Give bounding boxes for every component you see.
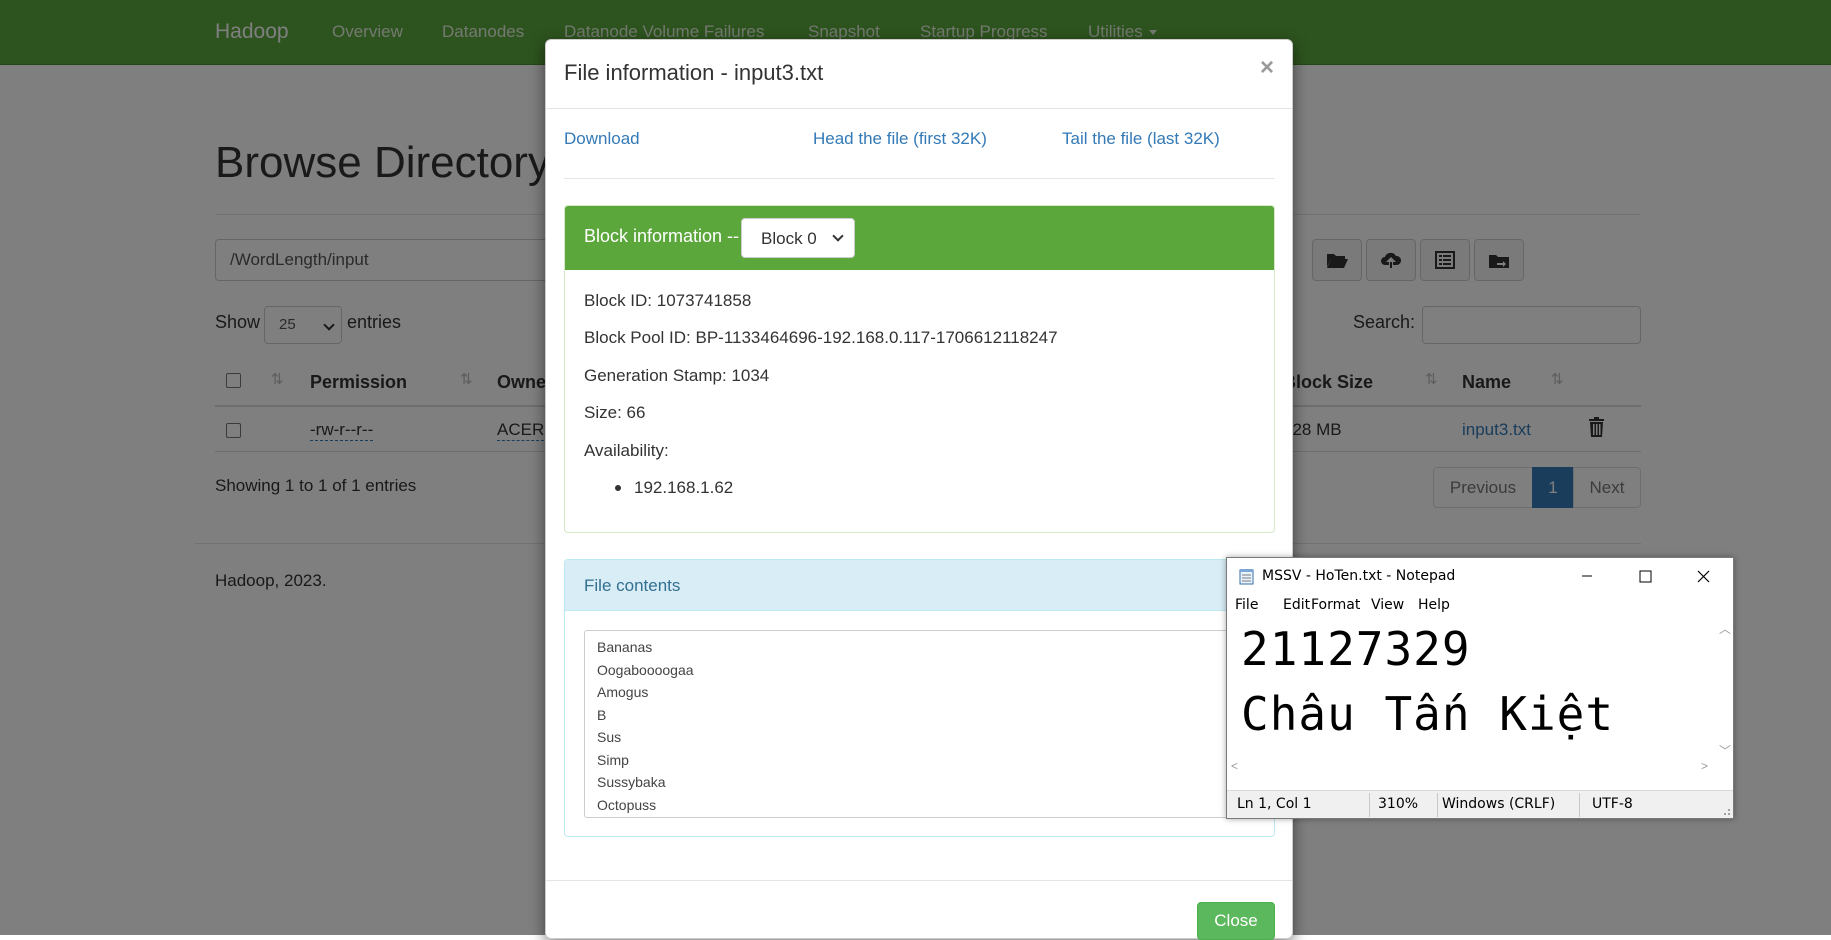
minimize-button[interactable] (1558, 558, 1616, 594)
menu-format-label[interactable]: Format (1311, 597, 1360, 613)
block-id: Block ID: 1073741858 (584, 291, 752, 310)
file-contents-title: File contents (584, 576, 681, 595)
notepad-text-line: 21127329 (1241, 622, 1471, 676)
status-divider (1369, 793, 1370, 817)
block-select-value: Block 0 (761, 229, 817, 248)
tail-file-link[interactable]: Tail the file (last 32K) (1062, 129, 1220, 149)
notepad-menubar: File Edit Format View Help (1227, 594, 1733, 616)
modal-footer-divider (546, 880, 1292, 881)
download-link[interactable]: Download (564, 129, 640, 149)
file-line: Simp (597, 752, 629, 768)
generation-stamp: Generation Stamp: 1034 (584, 366, 770, 385)
close-button[interactable]: Close (1197, 902, 1275, 940)
block-pool-id: Block Pool ID: BP-1133464696-192.168.0.1… (584, 328, 1058, 347)
scroll-up-icon[interactable]: ︿ (1719, 620, 1731, 637)
file-line: Sus (597, 729, 622, 745)
notepad-text-line: Châu Tấn Kiệt (1241, 687, 1615, 741)
horizontal-scrollbar[interactable]: < > (1227, 758, 1715, 776)
file-contents-heading: File contents (565, 560, 1274, 611)
modal-header-divider (546, 108, 1292, 109)
file-information-modal: File information - input3.txt × Download… (545, 39, 1293, 940)
line-ending: Windows (CRLF) (1442, 796, 1556, 812)
block-information-panel: Block information -- Block 0 Block ID: 1… (564, 205, 1275, 533)
status-divider (1579, 793, 1580, 817)
status-divider (1437, 793, 1438, 817)
modal-title: File information - input3.txt (564, 60, 824, 85)
close-icon (1697, 570, 1709, 582)
encoding: UTF-8 (1592, 796, 1633, 812)
availability-label: Availability: (584, 441, 669, 460)
block-select[interactable]: Block 0 (741, 218, 855, 258)
head-file-link[interactable]: Head the file (first 32K) (813, 129, 987, 149)
file-contents-textarea[interactable]: Bananas Oogaboooogaa Amogus B Sus Simp S… (584, 630, 1254, 818)
maximize-button[interactable] (1616, 558, 1674, 594)
bullet-icon (615, 485, 621, 491)
notepad-statusbar: Ln 1, Col 1 310% Windows (CRLF) UTF-8 (1227, 790, 1733, 818)
scroll-right-icon[interactable]: > (1701, 759, 1708, 773)
menu-edit[interactable]: Edit (1283, 597, 1310, 613)
menu-view[interactable]: View (1371, 597, 1404, 613)
block-size: Size: 66 (584, 403, 646, 422)
file-line: Oogaboooogaa (597, 662, 694, 678)
file-line: Octopuss (597, 797, 657, 813)
vertical-scrollbar[interactable]: ︿ ﹀ (1715, 620, 1733, 758)
window-close-button[interactable] (1674, 558, 1732, 594)
menu-help[interactable]: Help (1418, 597, 1450, 613)
chevron-down-icon (832, 230, 844, 242)
notepad-text-area[interactable]: 21127329 Châu Tấn Kiệt (1227, 620, 1715, 758)
file-line: Bananas (597, 639, 653, 655)
resize-grip-icon[interactable] (1721, 806, 1731, 816)
scroll-left-icon[interactable]: < (1231, 759, 1238, 773)
notepad-app-icon (1239, 569, 1254, 585)
maximize-icon (1639, 570, 1651, 582)
menu-file[interactable]: File (1235, 597, 1258, 613)
notepad-title: MSSV - HoTen.txt - Notepad (1262, 568, 1456, 584)
links-divider (564, 178, 1275, 179)
cursor-position: Ln 1, Col 1 (1237, 796, 1312, 812)
minimize-icon (1582, 575, 1592, 577)
scroll-down-icon[interactable]: ﹀ (1719, 742, 1731, 759)
notepad-window: MSSV - HoTen.txt - Notepad File Edit For… (1226, 557, 1734, 819)
file-line: B (597, 707, 607, 723)
availability-node: 192.168.1.62 (634, 478, 734, 497)
file-line: Sussybaka (597, 774, 666, 790)
block-panel-heading: Block information -- Block 0 (565, 206, 1274, 270)
close-icon[interactable]: × (1260, 54, 1274, 82)
notepad-titlebar[interactable]: MSSV - HoTen.txt - Notepad (1227, 558, 1733, 594)
file-line: Amogus (597, 684, 649, 700)
zoom-level: 310% (1378, 796, 1419, 812)
file-contents-panel: File contents Bananas Oogaboooogaa Amogu… (564, 559, 1275, 837)
block-panel-title: Block information -- (584, 226, 740, 246)
